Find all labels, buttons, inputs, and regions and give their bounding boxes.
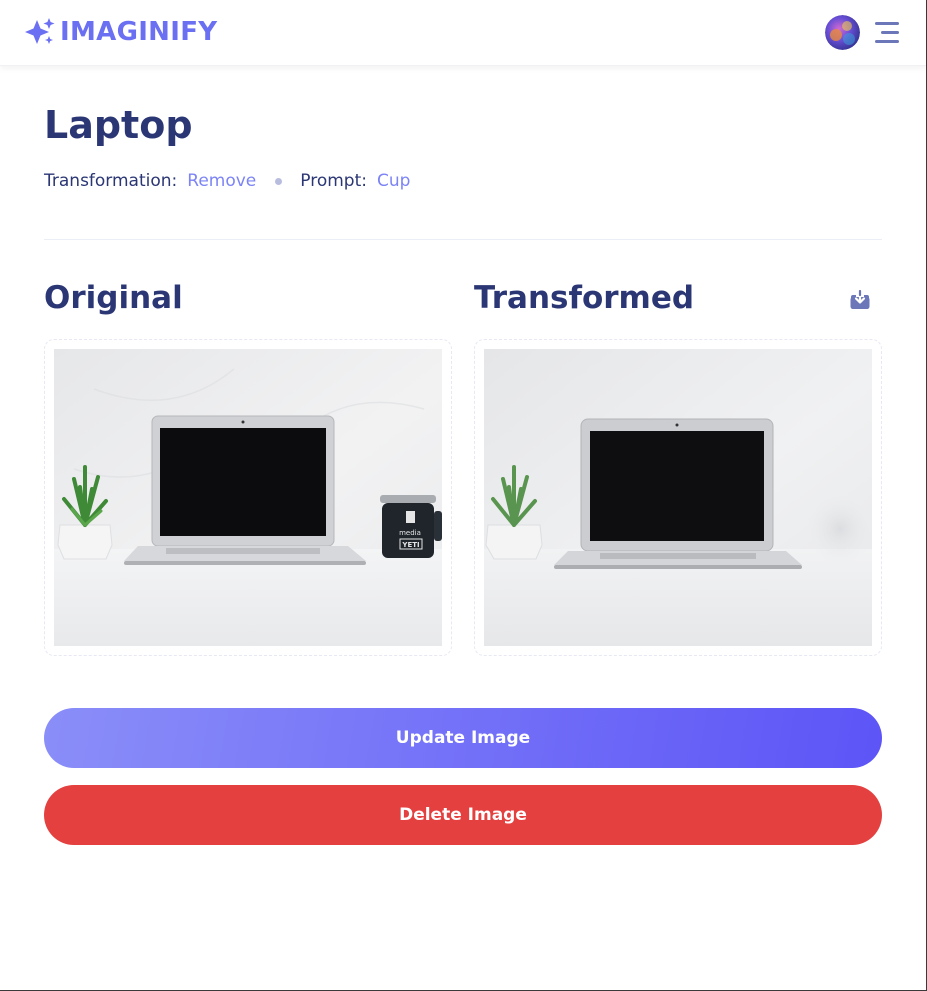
sparkles-icon <box>25 18 55 44</box>
delete-image-button[interactable]: Delete Image <box>44 785 882 845</box>
mug-text: media <box>399 529 421 537</box>
top-navbar: IMAGINIFY <box>0 0 926 66</box>
section-divider <box>44 239 882 240</box>
original-image-card: media YETI <box>44 339 452 656</box>
hamburger-menu-icon[interactable] <box>873 20 901 46</box>
prompt-label: Prompt: <box>300 171 367 191</box>
original-image: media YETI <box>54 349 442 646</box>
page-title: Laptop <box>44 103 193 147</box>
transformed-title: Transformed <box>474 280 695 316</box>
laptop <box>554 418 802 569</box>
brand-logo[interactable]: IMAGINIFY <box>22 17 217 47</box>
user-avatar[interactable] <box>825 15 860 50</box>
transformation-meta: Transformation: Remove Prompt: Cup <box>44 171 410 191</box>
transformation-value: Remove <box>187 171 257 191</box>
download-icon[interactable] <box>848 288 872 312</box>
mug-brand: YETI <box>401 541 419 549</box>
transformation-label: Transformation: <box>44 171 178 191</box>
original-title: Original <box>44 280 183 316</box>
transformed-image-card <box>474 339 882 656</box>
separator-dot <box>275 177 283 185</box>
brand-name: IMAGINIFY <box>60 17 218 47</box>
update-image-button[interactable]: Update Image <box>44 708 882 768</box>
prompt-value: Cup <box>377 171 411 191</box>
laptop <box>124 415 366 565</box>
transformed-image <box>484 349 872 646</box>
